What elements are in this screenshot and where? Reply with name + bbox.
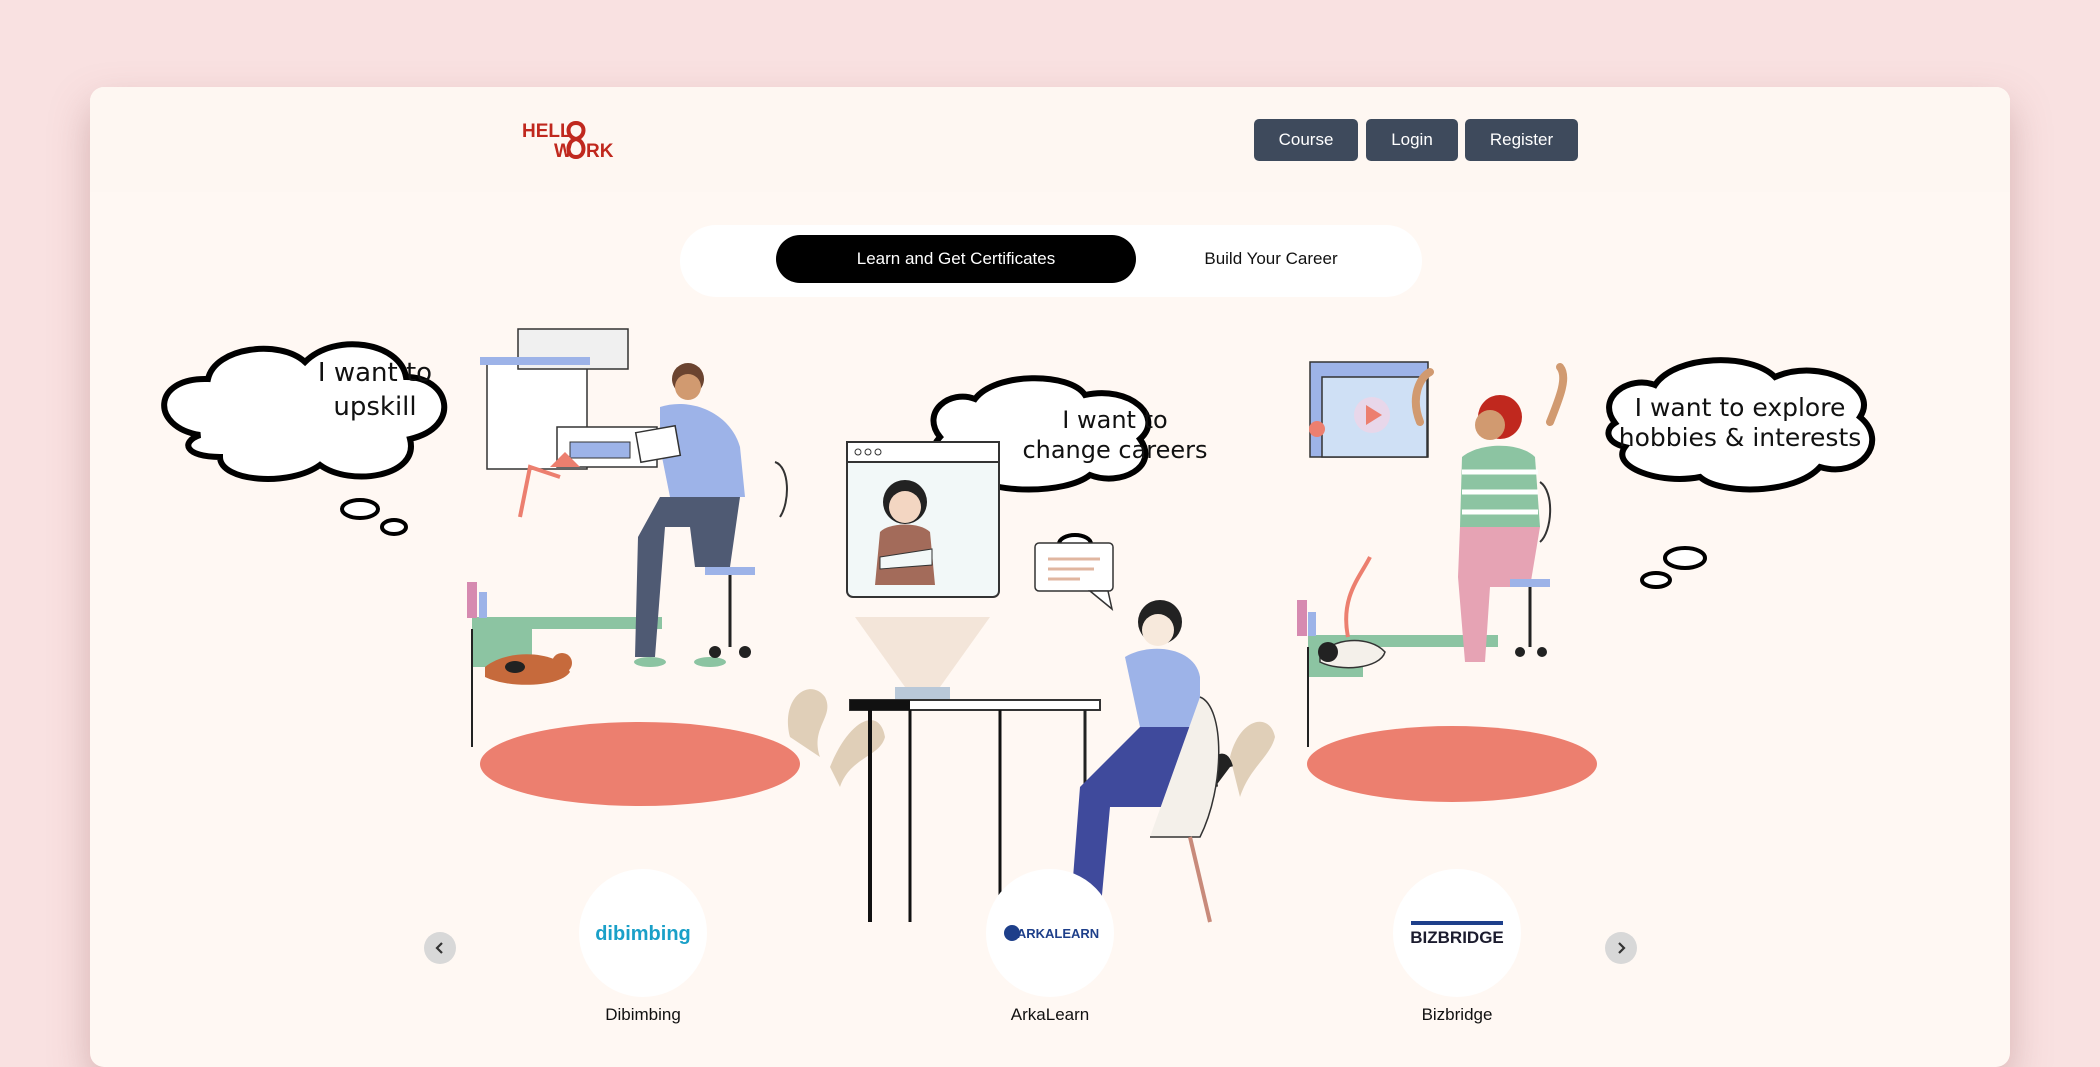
tab-build-career[interactable]: Build Your Career	[1140, 235, 1402, 283]
bubble-hobbies-text: I want to explore hobbies & interests	[1618, 393, 1862, 452]
partner-logo-arkalearn[interactable]: ARKALEARN	[986, 869, 1114, 997]
hobbies-scene	[1297, 361, 1597, 802]
svg-text:ARKALEARN: ARKALEARN	[1017, 926, 1099, 941]
svg-text:BIZBRIDGE: BIZBRIDGE	[1410, 928, 1504, 947]
carousel-prev-button[interactable]	[424, 932, 456, 964]
partner-name-arkalearn: ArkaLearn	[1010, 1005, 1090, 1024]
goal-tabs: Learn and Get Certificates Build Your Ca…	[680, 225, 1422, 297]
change-careers-scene	[788, 441, 1275, 925]
app-window: HELL W RK Course Login Register Learn an…	[90, 87, 2010, 1067]
tab-learn-certificates[interactable]: Learn and Get Certificates	[776, 235, 1136, 283]
chevron-right-icon	[1618, 942, 1626, 954]
register-button[interactable]: Register	[1465, 119, 1578, 161]
bubble-upskill-text: I want to upskill	[317, 358, 433, 422]
partner-logo-dibimbing[interactable]: dibimbing	[579, 869, 707, 997]
chevron-left-icon	[435, 942, 443, 954]
login-button[interactable]: Login	[1366, 119, 1458, 161]
svg-text:HELL: HELL	[522, 121, 572, 142]
bubble-change-careers-text: I want to change careers	[1022, 406, 1208, 464]
hello-work-logo[interactable]: HELL W RK	[522, 117, 626, 161]
partner-name-bizbridge: Bizbridge	[1421, 1005, 1493, 1024]
partner-name-dibimbing: Dibimbing	[605, 1005, 681, 1024]
partner-logo-bizbridge[interactable]: BIZBRIDGE	[1393, 869, 1521, 997]
upskill-scene	[467, 328, 800, 806]
header: HELL W RK Course Login Register	[90, 87, 2010, 192]
course-button[interactable]: Course	[1254, 119, 1358, 161]
carousel-next-button[interactable]	[1605, 932, 1637, 964]
svg-text:RK: RK	[586, 141, 614, 161]
svg-text:dibimbing: dibimbing	[595, 923, 691, 945]
